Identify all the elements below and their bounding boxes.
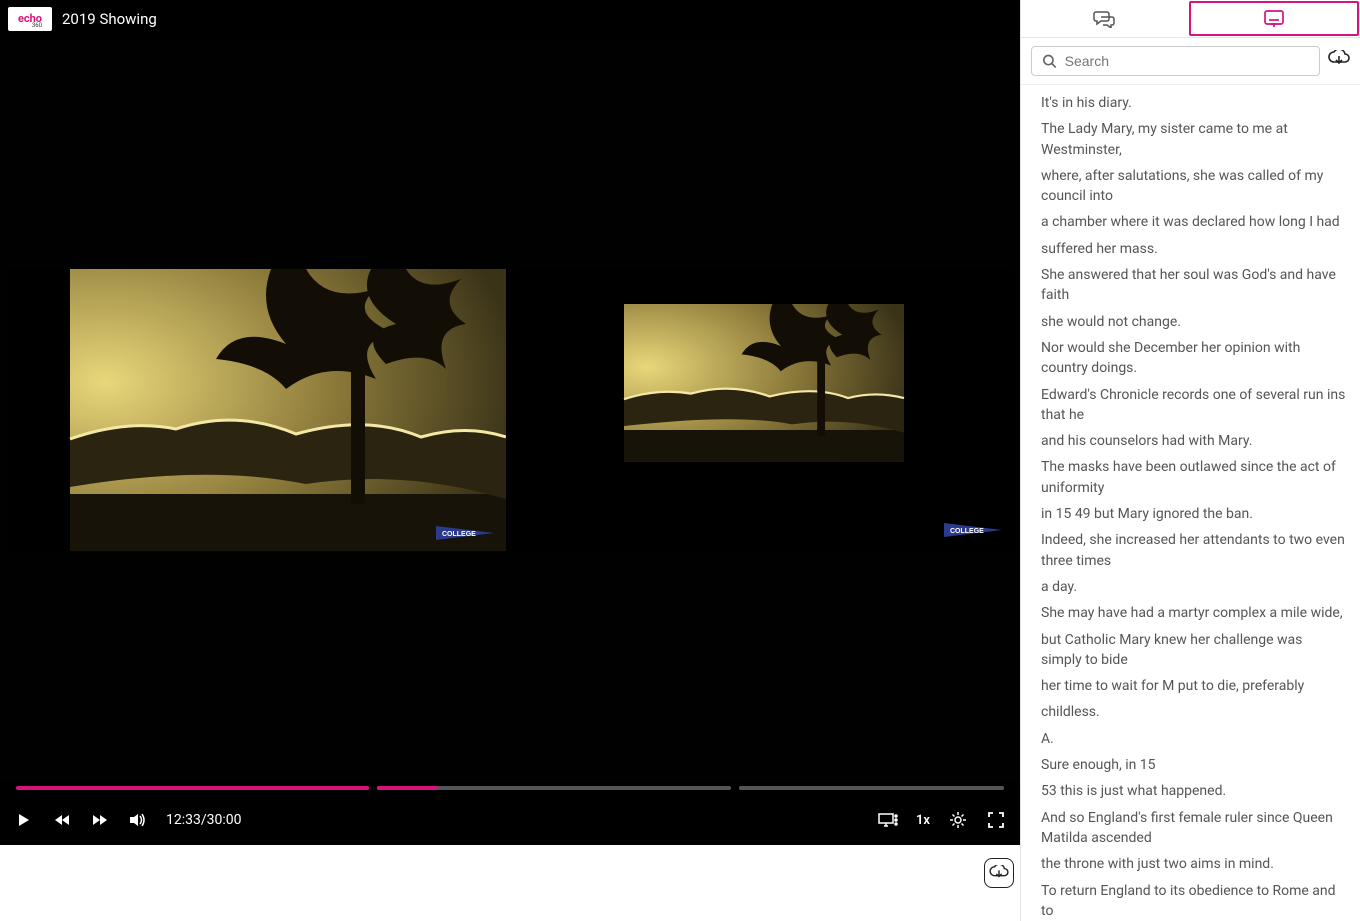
transcript-line[interactable]: but Catholic Mary knew her challenge was… [1041,630,1346,671]
seek-track-3[interactable] [739,786,1004,790]
transcript-line[interactable]: her time to wait for M put to die, prefe… [1041,676,1346,696]
rewind-icon[interactable] [52,810,72,830]
search-row [1021,38,1360,85]
transcript-line[interactable]: and his counselors had with Mary. [1041,431,1346,451]
video-region: COLLEGE [0,38,1020,781]
player-controls: 12:33/30:00 1x [0,795,1020,845]
transcript-line[interactable]: suffered her mass. [1041,239,1346,259]
transcript-line[interactable]: She may have had a martyr complex a mile… [1041,603,1346,623]
settings-icon[interactable] [948,810,968,830]
video-title: 2019 Showing [62,10,157,28]
transcript-list[interactable]: It's in his diary. The Lady Mary, my sist… [1021,85,1360,921]
fullscreen-icon[interactable] [986,810,1006,830]
seek-fill-2 [377,786,437,790]
svg-text:COLLEGE: COLLEGE [442,531,476,538]
video-pane-left[interactable]: COLLEGE [6,269,506,551]
download-media-button[interactable] [984,858,1014,888]
controls-left: 12:33/30:00 [14,810,242,830]
panel-tabs [1021,0,1360,38]
transcript-line[interactable]: a day. [1041,577,1346,597]
time-total: 30:00 [207,812,242,828]
transcript-line[interactable]: a chamber where it was declared how long… [1041,212,1346,232]
transcript-line[interactable]: She answered that her soul was God's and… [1041,265,1346,306]
transcript-line[interactable]: Edward's Chronicle records one of severa… [1041,385,1346,426]
transcript-line[interactable]: childless. [1041,702,1346,722]
chat-icon [1093,10,1115,28]
time-display: 12:33/30:00 [166,812,242,828]
play-icon[interactable] [14,810,34,830]
transcript-line[interactable]: Sure enough, in 15 [1041,755,1346,775]
time-current: 12:33 [166,812,201,828]
video-frame-right: COLLEGE [514,269,1014,551]
transcript-line[interactable]: Nor would she December her opinion with … [1041,338,1346,379]
transcript-icon [1264,10,1284,28]
svg-text:COLLEGE: COLLEGE [950,528,984,535]
speed-button[interactable]: 1x [916,813,930,828]
transcript-line[interactable]: It's in his diary. [1041,93,1346,113]
seek-fill-1 [16,786,369,790]
controls-right: 1x [878,810,1006,830]
transcript-line[interactable]: she would not change. [1041,312,1346,332]
seek-track-2[interactable] [377,786,730,790]
transcript-line[interactable]: where, after salutations, she was called… [1041,166,1346,207]
transcript-line[interactable]: And so England's first female ruler sinc… [1041,808,1346,849]
brand-logo[interactable]: echo 360 [8,7,52,31]
transcript-line[interactable]: The masks have been outlawed since the a… [1041,457,1346,498]
header-bar: echo 360 2019 Showing [0,0,1020,38]
video-pane-right[interactable]: COLLEGE [514,269,1014,551]
forward-icon[interactable] [90,810,110,830]
transcript-line[interactable]: in 15 49 but Mary ignored the ban. [1041,504,1346,524]
transcript-line[interactable]: To return England to its obedience to Ro… [1041,881,1346,921]
seek-buffer-3 [739,786,1004,790]
video-frame-left: COLLEGE [6,269,506,551]
side-panel: It's in his diary. The Lady Mary, my sist… [1020,0,1360,921]
search-icon [1042,53,1057,69]
tab-chat[interactable] [1021,0,1188,37]
transcript-line[interactable]: the throne with just two aims in mind. [1041,854,1346,874]
player-area: echo 360 2019 Showing [0,0,1020,845]
transcript-line[interactable]: Indeed, she increased her attendants to … [1041,530,1346,571]
search-input[interactable] [1065,53,1309,69]
seek-bar-row [0,781,1020,795]
transcript-line[interactable]: The Lady Mary, my sister came to me at W… [1041,119,1346,160]
download-transcript-icon[interactable] [1328,50,1350,72]
transcript-line[interactable]: 53 this is just what happened. [1041,781,1346,801]
transcript-line[interactable]: A. [1041,729,1346,749]
sources-icon[interactable] [878,810,898,830]
tab-transcript[interactable] [1189,1,1360,36]
volume-icon[interactable] [128,810,148,830]
search-box[interactable] [1031,46,1320,76]
seek-track-1[interactable] [16,786,369,790]
